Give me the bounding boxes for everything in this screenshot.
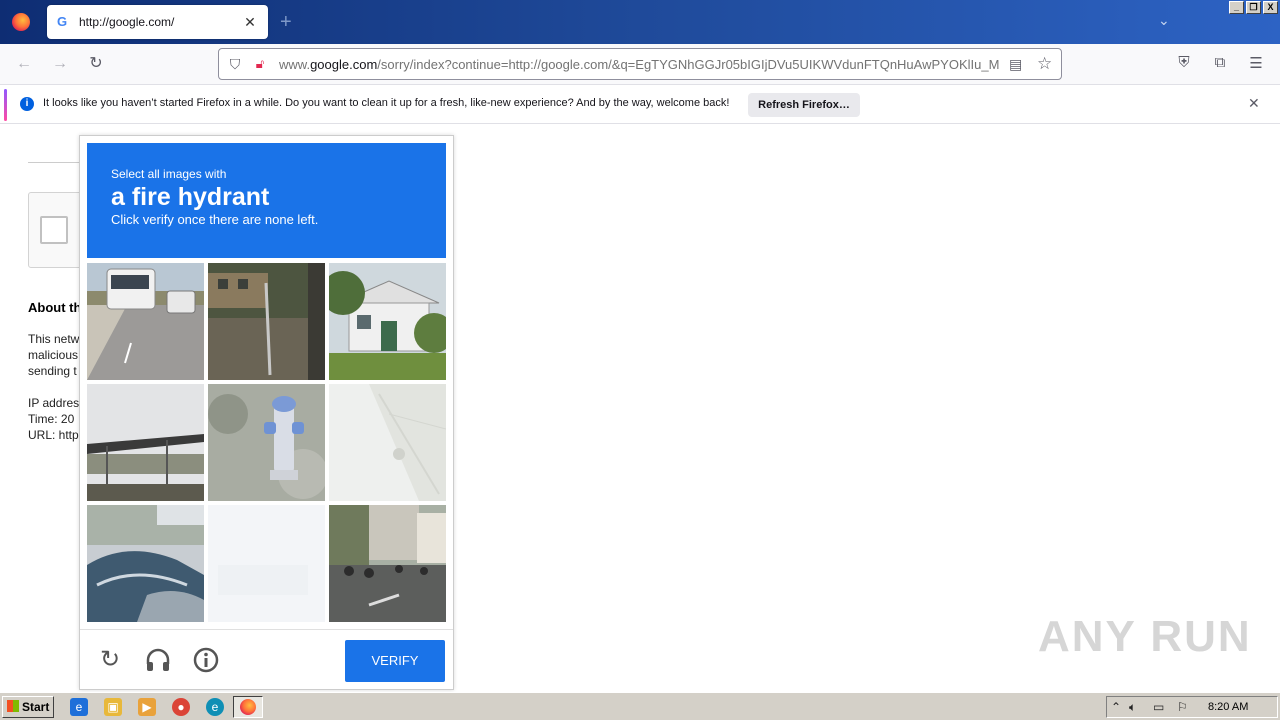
network-icon[interactable]: ▭ (1153, 700, 1164, 714)
challenge-target: a fire hydrant (111, 183, 270, 211)
internet-explorer-icon[interactable]: e (70, 698, 88, 716)
windows-flag-icon (7, 700, 19, 712)
windows-taskbar: Start e ▣ ▶ ● e ⌃ 🔈︎ ▭ ⚐ 8:20 AM (0, 692, 1280, 720)
url-bar[interactable]: ⛉ 🔓︎ www.google.com/sorry/index?continue… (218, 48, 1062, 80)
media-player-icon[interactable]: ▶ (138, 698, 156, 716)
image-tile-faded-sidewalk[interactable] (329, 384, 446, 501)
image-tile-blank-faded[interactable] (208, 505, 325, 622)
close-tab-icon[interactable]: ✕ (242, 14, 258, 31)
firefox-menu-button[interactable] (0, 0, 42, 44)
image-tile-fire-hydrant[interactable] (208, 384, 325, 501)
restore-button[interactable]: ❐ (1246, 1, 1261, 14)
insecure-lock-icon[interactable]: 🔓︎ (252, 56, 268, 72)
info-help-icon[interactable] (192, 646, 220, 674)
url-path: /sorry/index?continue=http://google.com/… (377, 57, 999, 72)
window-controls: _ ❐ X (1229, 1, 1278, 14)
refresh-firefox-button[interactable]: Refresh Firefox… (748, 93, 860, 117)
back-arrow-icon[interactable]: ← (12, 53, 36, 75)
audio-challenge-headphones-icon[interactable] (144, 646, 172, 674)
challenge-header: Select all images with a fire hydrant Cl… (87, 143, 446, 258)
file-explorer-icon[interactable]: ▣ (104, 698, 122, 716)
hamburger-menu-icon[interactable]: ☰ (1246, 54, 1266, 72)
challenge-instruction: Select all images with (111, 167, 227, 181)
action-center-flag-icon[interactable]: ⚐ (1177, 700, 1188, 714)
refresh-firefox-notification: i It looks like you haven’t started Fire… (0, 84, 1280, 124)
image-grid (87, 263, 447, 623)
pocket-icon[interactable]: ⛨ (1174, 54, 1194, 71)
new-tab-button[interactable]: + (280, 10, 292, 34)
notification-accent (4, 89, 7, 121)
image-tile-parked-cars[interactable] (87, 505, 204, 622)
tab-google[interactable]: G http://google.com/ ✕ (47, 5, 268, 39)
about-heading: About th (28, 300, 82, 315)
challenge-hint: Click verify once there are none left. (111, 212, 319, 227)
close-notification-icon[interactable]: ✕ (1248, 95, 1260, 112)
forward-arrow-icon[interactable]: → (48, 53, 72, 75)
paragraph-line: This netw (28, 332, 80, 346)
recaptcha-checkbox[interactable] (40, 216, 68, 244)
ip-address-line: IP addres (28, 396, 80, 410)
url-prefix: www. (279, 57, 311, 72)
reload-icon[interactable]: ↻ (84, 53, 108, 75)
clock[interactable]: 8:20 AM (1208, 701, 1248, 713)
bookmark-star-icon[interactable]: ☆ (1037, 54, 1052, 74)
paragraph-line: sending t (28, 364, 77, 378)
close-window-button[interactable]: X (1263, 1, 1278, 14)
volume-icon[interactable]: 🔈︎ (1129, 700, 1136, 715)
tab-strip: G http://google.com/ ✕ + ⌄ _ ❐ X (0, 0, 1280, 44)
system-tray: ⌃ 🔈︎ ▭ ⚐ (1106, 696, 1278, 718)
extensions-icon[interactable]: ⧉ (1210, 54, 1230, 71)
challenge-footer: ↻ VERIFY (80, 629, 453, 689)
info-icon: i (20, 97, 34, 111)
firefox-icon (12, 13, 30, 31)
edge-icon[interactable]: e (206, 698, 224, 716)
url-host: google.com (310, 57, 378, 72)
show-hidden-icons-icon[interactable]: ⌃ (1111, 700, 1121, 714)
reader-view-icon[interactable]: ▤ (1009, 56, 1022, 73)
start-label: Start (22, 700, 50, 714)
minimize-button[interactable]: _ (1229, 1, 1244, 14)
tracking-shield-icon[interactable]: ⛉ (227, 56, 243, 72)
list-tabs-chevron-icon[interactable]: ⌄ (1158, 12, 1170, 29)
image-tile-bus-on-road[interactable] (87, 263, 204, 380)
start-button[interactable]: Start (2, 696, 54, 718)
firefox-taskbar-button[interactable] (233, 696, 263, 718)
notification-text: It looks like you haven’t started Firefo… (43, 97, 730, 109)
url-text[interactable]: www.google.com/sorry/index?continue=http… (279, 57, 999, 73)
image-tile-house-with-trees[interactable] (329, 263, 446, 380)
firefox-icon (240, 699, 256, 715)
reload-challenge-icon[interactable]: ↻ (96, 646, 124, 674)
tab-title: http://google.com/ (79, 15, 175, 29)
image-tile-metal-shelter[interactable] (87, 384, 204, 501)
anyrun-watermark: ANY RUN (1038, 612, 1252, 661)
image-tile-street-scooters[interactable] (329, 505, 446, 622)
recaptcha-challenge: Select all images with a fire hydrant Cl… (79, 135, 454, 690)
google-favicon-icon: G (57, 14, 68, 29)
url-line: URL: http (28, 428, 79, 442)
navigation-toolbar: ← → ↻ ⛉ 🔓︎ www.google.com/sorry/index?co… (0, 44, 1280, 84)
image-tile-street-pole[interactable] (208, 263, 325, 380)
time-line: Time: 20 (28, 412, 75, 426)
verify-button[interactable]: VERIFY (345, 640, 445, 682)
paragraph-line: malicious (28, 348, 79, 362)
chrome-icon[interactable]: ● (172, 698, 190, 716)
